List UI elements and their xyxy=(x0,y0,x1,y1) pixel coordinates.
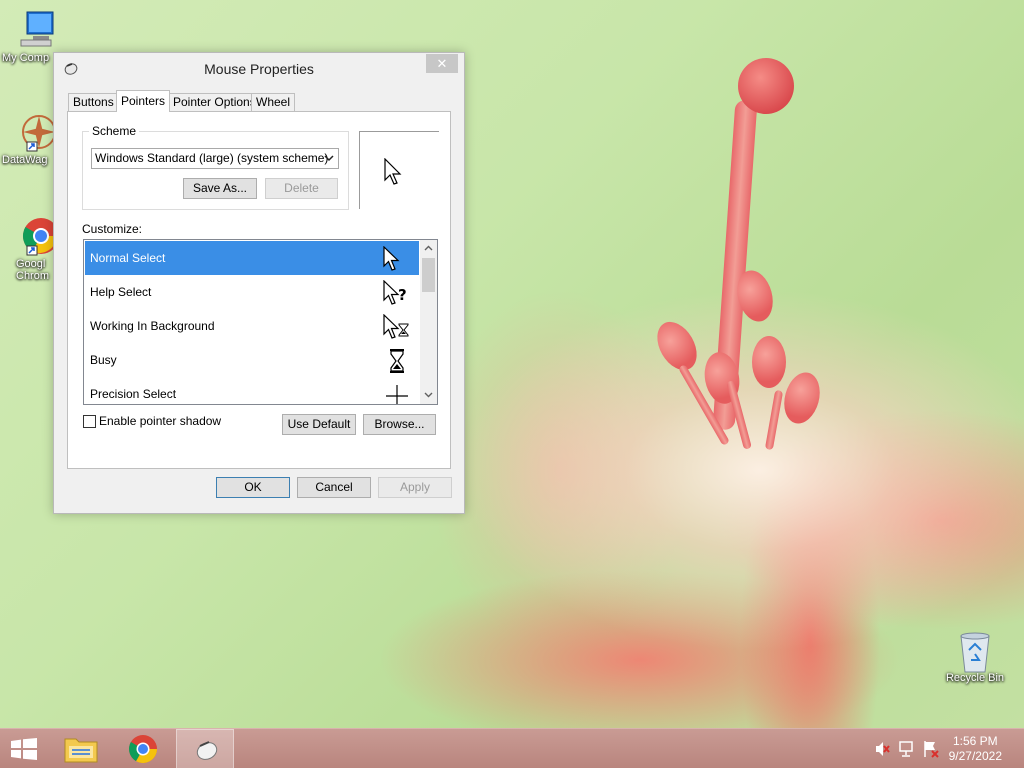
computer-icon xyxy=(17,10,57,50)
flower-anther xyxy=(738,58,794,114)
system-clock[interactable]: 1:56 PM 9/27/2022 xyxy=(949,734,1002,764)
arrow-cursor-icon xyxy=(382,245,412,272)
list-item-label: Working In Background xyxy=(90,319,215,333)
list-item[interactable]: Busy xyxy=(85,343,419,377)
taskbar: 1:56 PM 9/27/2022 xyxy=(0,728,1024,769)
save-as-button[interactable]: Save As... xyxy=(183,178,257,199)
scheme-groupbox: Scheme Windows Standard (large) (system … xyxy=(82,124,349,210)
start-button[interactable] xyxy=(0,729,48,769)
scheme-legend: Scheme xyxy=(89,124,140,138)
cursor-preview xyxy=(359,131,439,209)
pointers-tab-panel: Scheme Windows Standard (large) (system … xyxy=(67,111,451,469)
svg-text:?: ? xyxy=(398,286,407,304)
recycle-bin-icon xyxy=(955,630,995,673)
apply-button[interactable]: Apply xyxy=(378,477,452,498)
network-icon[interactable] xyxy=(898,729,916,769)
chevron-up-icon xyxy=(424,245,433,251)
flower-anther xyxy=(752,336,786,388)
help-cursor-icon: ? xyxy=(382,279,412,306)
tab-pointers[interactable]: Pointers xyxy=(116,90,171,112)
clock-date: 9/27/2022 xyxy=(948,749,1002,763)
tab-label: Pointer Options xyxy=(173,95,256,109)
list-item-label: Help Select xyxy=(90,285,152,299)
flower-anther xyxy=(778,368,826,428)
ok-button[interactable]: OK xyxy=(216,477,290,498)
mouse-icon xyxy=(196,741,218,760)
tab-wheel[interactable]: Wheel xyxy=(251,93,296,111)
scroll-thumb[interactable] xyxy=(422,258,435,292)
browse-button[interactable]: Browse... xyxy=(363,414,436,435)
chrome-icon xyxy=(17,216,59,256)
close-button[interactable]: ✕ xyxy=(426,54,458,73)
window-title: Mouse Properties xyxy=(204,61,314,77)
chevron-down-icon xyxy=(323,150,335,167)
scheme-dropdown[interactable]: Windows Standard (large) (system scheme) xyxy=(91,148,339,169)
flower-filament xyxy=(764,389,784,451)
list-scrollbar[interactable] xyxy=(420,240,437,404)
list-item[interactable]: Help Select ? xyxy=(85,275,419,309)
folder-icon xyxy=(64,738,98,763)
action-center-flag-icon[interactable] xyxy=(922,729,940,769)
tab-pointer-options[interactable]: Pointer Options xyxy=(168,93,261,111)
hourglass-cursor-icon xyxy=(382,348,412,374)
tab-label: Buttons xyxy=(73,95,114,109)
enable-pointer-shadow-label[interactable]: Enable pointer shadow xyxy=(99,414,221,428)
list-item-label: Normal Select xyxy=(90,251,166,265)
mouse-properties-window: Mouse Properties ✕ Buttons Pointers Poin… xyxy=(53,52,465,514)
list-item[interactable]: Normal Select xyxy=(85,241,419,275)
use-default-button[interactable]: Use Default xyxy=(282,414,356,435)
pointer-listbox[interactable]: Normal Select Help Select ? Working In B… xyxy=(83,239,438,405)
datawag-icon xyxy=(17,112,57,152)
tab-label: Wheel xyxy=(256,95,291,109)
scheme-selected-value: Windows Standard (large) (system scheme) xyxy=(95,151,329,165)
title-bar[interactable]: Mouse Properties ✕ xyxy=(54,53,464,85)
list-item-label: Busy xyxy=(90,353,117,367)
scroll-up-arrow[interactable] xyxy=(420,240,437,257)
clock-time: 1:56 PM xyxy=(952,734,998,748)
list-item-label: Precision Select xyxy=(90,387,177,401)
scroll-down-arrow[interactable] xyxy=(420,387,437,404)
windows-logo-icon xyxy=(11,738,37,760)
list-item[interactable]: Working In Background xyxy=(85,309,419,343)
volume-muted-icon[interactable] xyxy=(874,729,890,769)
taskbar-chrome[interactable] xyxy=(118,729,168,769)
tab-label: Pointers xyxy=(121,94,166,108)
desktop-icon-recycle-bin[interactable]: Recycle Bin xyxy=(940,630,1010,684)
working-cursor-icon xyxy=(382,313,412,340)
chevron-down-icon xyxy=(424,392,433,398)
taskbar-mouse-properties[interactable] xyxy=(176,729,234,769)
chrome-icon xyxy=(129,735,157,763)
taskbar-file-explorer[interactable] xyxy=(56,729,106,769)
arrow-cursor-icon xyxy=(384,158,402,185)
cancel-button[interactable]: Cancel xyxy=(297,477,371,498)
close-icon: ✕ xyxy=(436,56,448,71)
flower-anther xyxy=(649,314,705,378)
desktop-icon-label: Googl Chrom xyxy=(16,258,50,282)
enable-pointer-shadow-checkbox[interactable] xyxy=(83,415,96,428)
list-item[interactable]: Precision Select xyxy=(85,377,419,404)
tab-buttons[interactable]: Buttons xyxy=(68,93,119,111)
customize-label: Customize: xyxy=(82,222,143,236)
crosshair-cursor-icon xyxy=(382,382,412,404)
delete-button[interactable]: Delete xyxy=(265,178,338,199)
